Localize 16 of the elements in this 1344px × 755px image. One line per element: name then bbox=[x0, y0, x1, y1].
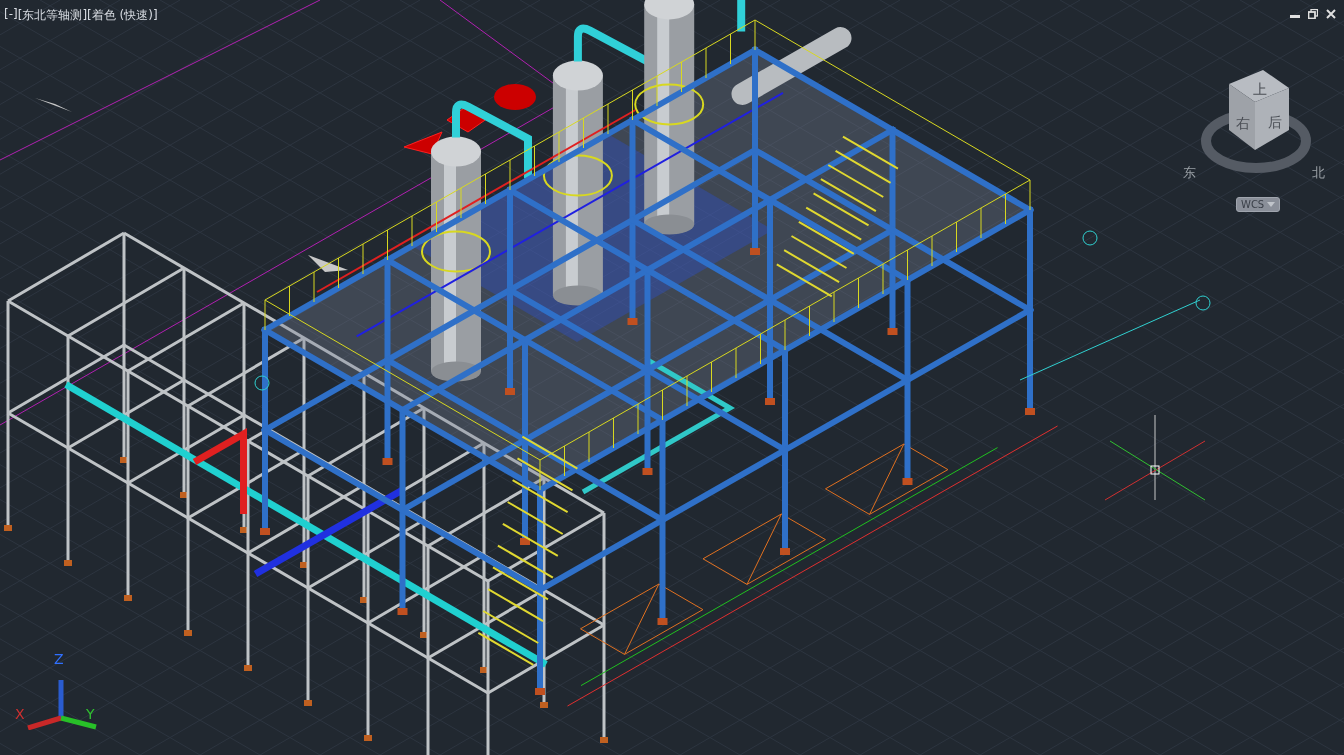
view-cube-icon[interactable] bbox=[1200, 70, 1312, 174]
axis-label: Z bbox=[54, 652, 64, 666]
coordinate-system-dropdown[interactable]: WCS bbox=[1236, 197, 1281, 212]
axis-label: X bbox=[15, 707, 25, 721]
visual-style-menu[interactable]: [着色 (快速)] bbox=[87, 7, 158, 24]
caret-icon bbox=[1267, 202, 1276, 207]
close-icon[interactable] bbox=[1326, 9, 1336, 19]
compass-direction-label[interactable]: 北 bbox=[1312, 166, 1325, 179]
compass-direction-label[interactable]: 东 bbox=[1183, 166, 1196, 179]
cube-face-label[interactable]: 右 bbox=[1236, 116, 1250, 130]
cube-face-label[interactable]: 后 bbox=[1268, 115, 1282, 129]
restore-icon[interactable] bbox=[1308, 9, 1318, 19]
cube-face-label[interactable]: 上 bbox=[1253, 82, 1267, 96]
axis-label: Y bbox=[86, 707, 95, 721]
view-direction-menu[interactable]: [东北等轴测] bbox=[17, 7, 88, 24]
viewport-controls-menu[interactable]: [-] bbox=[4, 7, 18, 24]
